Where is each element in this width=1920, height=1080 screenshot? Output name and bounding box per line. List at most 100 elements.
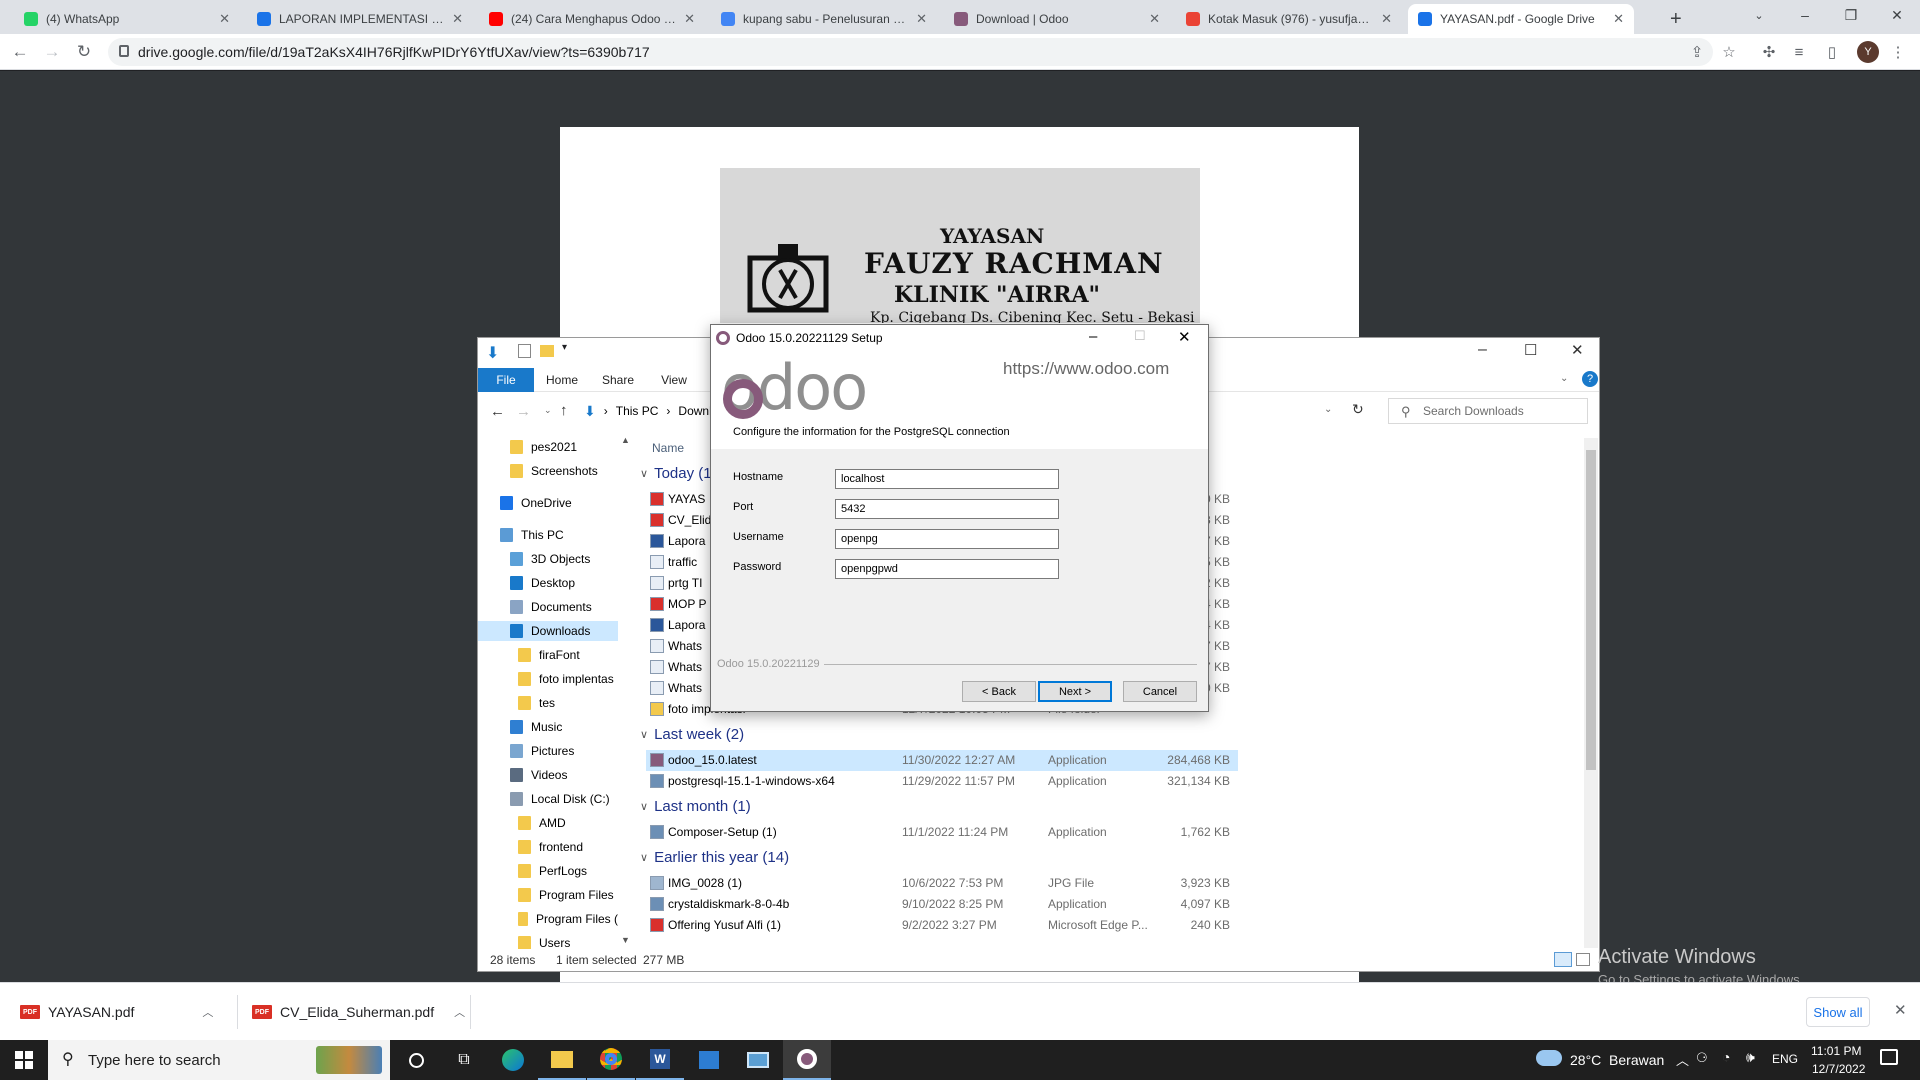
- download-item-yayasan[interactable]: PDF YAYASAN.pdf ︿: [20, 1000, 213, 1024]
- close-tab-icon[interactable]: ✕: [916, 11, 927, 27]
- odoo-setup-taskbar-icon[interactable]: [783, 1040, 831, 1080]
- nav-item[interactable]: PerfLogs: [478, 861, 618, 881]
- menu-icon[interactable]: ⋮: [1888, 42, 1908, 62]
- table-row[interactable]: Offering Yusuf Alfi (1) 9/2/2022 3:27 PM M…: [646, 915, 1238, 936]
- close-tab-icon[interactable]: ✕: [1381, 11, 1392, 27]
- clock-time[interactable]: 11:01 PM: [1811, 1044, 1861, 1058]
- explorer-close-icon[interactable]: ✕: [1571, 341, 1584, 359]
- task-view-icon[interactable]: ⧉: [440, 1040, 488, 1080]
- cortana-icon[interactable]: [392, 1040, 440, 1080]
- back-icon[interactable]: ←: [8, 40, 32, 64]
- nav-item[interactable]: Screenshots: [478, 461, 618, 481]
- explorer-vertical-scrollbar[interactable]: [1584, 438, 1598, 948]
- close-tab-icon[interactable]: ✕: [219, 11, 230, 27]
- nav-item[interactable]: Music: [478, 717, 618, 737]
- table-row[interactable]: IMG_0028 (1) 10/6/2022 7:53 PM JPG File 3,9…: [646, 873, 1238, 894]
- share-icon[interactable]: ⇪: [1687, 42, 1707, 62]
- group-header[interactable]: ∨ Last week (2): [640, 726, 744, 743]
- nav-item[interactable]: foto implentas: [478, 669, 618, 689]
- group-header[interactable]: ∨ Last month (1): [640, 798, 751, 815]
- start-button[interactable]: [0, 1040, 48, 1080]
- port-field[interactable]: [835, 499, 1059, 519]
- table-row[interactable]: crystaldiskmark-8-0-4b 9/10/2022 8:25 PM A…: [646, 894, 1238, 915]
- explorer-maximize-icon[interactable]: ☐: [1524, 341, 1537, 359]
- password-field[interactable]: [835, 559, 1059, 579]
- notifications-icon[interactable]: [1880, 1049, 1898, 1065]
- media-queue-icon[interactable]: ≡: [1789, 42, 1809, 62]
- photos-icon[interactable]: [685, 1040, 733, 1080]
- close-tab-icon[interactable]: ✕: [1149, 11, 1160, 27]
- nav-item[interactable]: Downloads: [478, 621, 618, 641]
- side-panel-icon[interactable]: ▯: [1822, 42, 1842, 62]
- breadcrumb-this-pc[interactable]: This PC: [616, 404, 659, 418]
- edge-icon[interactable]: [489, 1040, 537, 1080]
- close-tab-icon[interactable]: ✕: [1613, 11, 1624, 27]
- address-bar[interactable]: drive.google.com/file/d/19aT2aKsX4IH76Rj…: [108, 38, 1713, 66]
- odoo-minimize-icon[interactable]: –: [1089, 328, 1097, 345]
- ribbon-expand-icon[interactable]: ⌄: [1560, 373, 1568, 384]
- ribbon-tab-share[interactable]: Share: [590, 368, 646, 392]
- nav-item[interactable]: Desktop: [478, 573, 618, 593]
- close-tab-icon[interactable]: ✕: [684, 11, 695, 27]
- minimize-icon[interactable]: –: [1782, 0, 1828, 30]
- nav-item[interactable]: Users: [478, 933, 618, 949]
- nav-item[interactable]: Local Disk (C:): [478, 789, 618, 809]
- browser-tab[interactable]: (24) Cara Menghapus Odoo atau ✕: [479, 4, 705, 34]
- browser-tab[interactable]: YAYASAN.pdf - Google Drive ✕: [1408, 4, 1634, 34]
- close-window-icon[interactable]: ✕: [1874, 0, 1920, 30]
- bookmark-star-icon[interactable]: ☆: [1719, 42, 1739, 62]
- volume-icon[interactable]: 🕪: [1746, 1049, 1755, 1066]
- large-icons-view-icon[interactable]: [1576, 953, 1590, 966]
- nav-item[interactable]: AMD: [478, 813, 618, 833]
- word-icon[interactable]: W: [636, 1040, 684, 1080]
- up-folder-icon[interactable]: ↑: [560, 402, 568, 419]
- cancel-button[interactable]: Cancel: [1123, 681, 1197, 702]
- scrollbar-thumb[interactable]: [1586, 450, 1596, 770]
- back-button[interactable]: < Back: [962, 681, 1036, 702]
- nav-item[interactable]: tes: [478, 693, 618, 713]
- username-field[interactable]: [835, 529, 1059, 549]
- refresh-icon[interactable]: ↻: [1352, 401, 1364, 418]
- details-view-icon[interactable]: [1554, 952, 1572, 967]
- ribbon-tab-view[interactable]: View: [646, 368, 702, 392]
- recent-locations-icon[interactable]: ⌄: [544, 405, 552, 416]
- table-row[interactable]: odoo_15.0.latest 11/30/2022 12:27 AM Appli…: [646, 750, 1238, 771]
- clock-date[interactable]: 12/7/2022: [1812, 1062, 1865, 1076]
- tab-search-icon[interactable]: ⌄: [1736, 0, 1782, 30]
- explorer-search-input[interactable]: ⚲ Search Downloads: [1388, 398, 1588, 424]
- hostname-field[interactable]: [835, 469, 1059, 489]
- nav-item[interactable]: 3D Objects: [478, 549, 618, 569]
- nav-scroll-down-icon[interactable]: ▼: [621, 935, 630, 945]
- browser-tab[interactable]: Download | Odoo ✕: [944, 4, 1170, 34]
- reload-icon[interactable]: ↻: [72, 40, 96, 64]
- ribbon-tab-file[interactable]: File: [478, 368, 534, 392]
- close-tab-icon[interactable]: ✕: [452, 11, 463, 27]
- download-item-cv[interactable]: PDF CV_Elida_Suherman.pdf ︿: [252, 1000, 465, 1024]
- group-header[interactable]: ∨ Earlier this year (14): [640, 849, 789, 866]
- nav-scroll-up-icon[interactable]: ▲: [621, 435, 630, 445]
- ribbon-tab-home[interactable]: Home: [534, 368, 590, 392]
- taskbar-search-box[interactable]: ⚲ Type here to search: [48, 1040, 390, 1080]
- nav-item[interactable]: firaFont: [478, 645, 618, 665]
- new-folder-icon[interactable]: [540, 345, 554, 357]
- table-row[interactable]: postgresql-15.1-1-windows-x64 11/29/2022 …: [646, 771, 1238, 792]
- language-indicator[interactable]: ENG: [1772, 1052, 1798, 1066]
- nav-item[interactable]: Videos: [478, 765, 618, 785]
- weather-icon[interactable]: [1536, 1050, 1562, 1066]
- nav-item[interactable]: Program Files (: [478, 909, 618, 929]
- explorer-back-icon[interactable]: ←: [490, 403, 505, 420]
- explorer-minimize-icon[interactable]: –: [1478, 341, 1487, 359]
- remote-desktop-icon[interactable]: [734, 1040, 782, 1080]
- explorer-forward-icon[interactable]: →: [516, 403, 531, 420]
- help-icon[interactable]: ?: [1582, 371, 1598, 387]
- restore-icon[interactable]: ❐: [1828, 0, 1874, 30]
- nav-item[interactable]: Documents: [478, 597, 618, 617]
- nav-item[interactable]: This PC: [478, 525, 618, 545]
- nav-item[interactable]: Pictures: [478, 741, 618, 761]
- nav-item[interactable]: Program Files: [478, 885, 618, 905]
- odoo-close-icon[interactable]: ✕: [1178, 328, 1191, 346]
- browser-tab[interactable]: kupang sabu - Penelusuran Goog ✕: [711, 4, 937, 34]
- file-explorer-taskbar-icon[interactable]: [538, 1040, 586, 1080]
- browser-tab[interactable]: (4) WhatsApp ✕: [14, 4, 240, 34]
- weather-text[interactable]: 28°C Berawan: [1570, 1052, 1664, 1068]
